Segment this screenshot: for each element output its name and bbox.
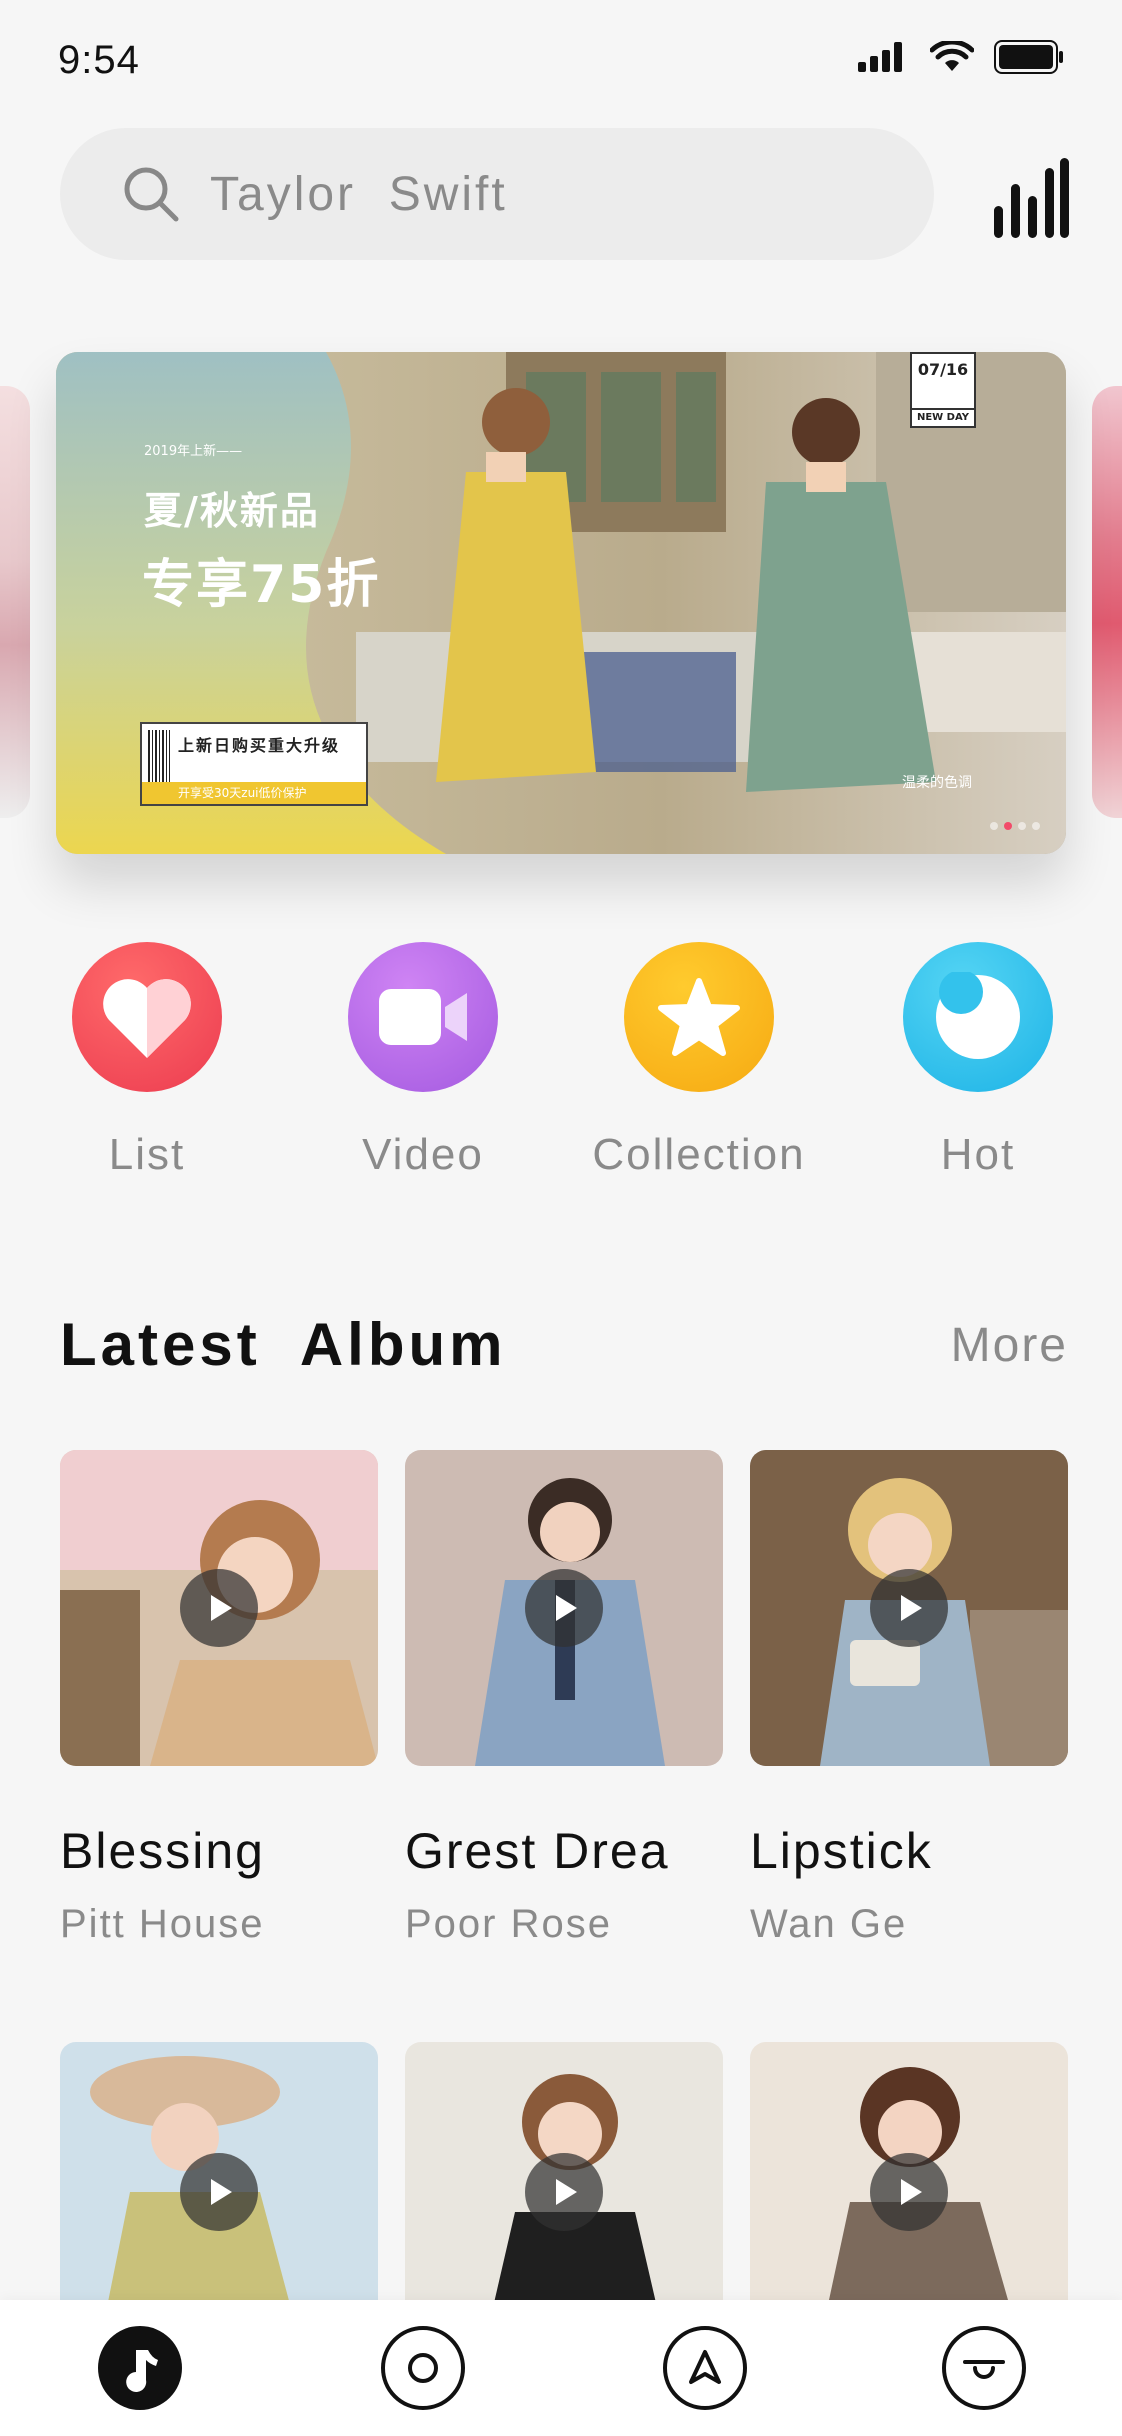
navigation-arrow-icon [689,2350,721,2384]
album-title: Grest Drea [405,1823,670,1879]
play-icon [211,1595,232,1621]
album-card-blessing[interactable]: Blessing Pitt House [60,1450,378,1947]
play-button[interactable] [870,1569,948,1647]
tab-profile[interactable] [942,2326,1026,2410]
carousel-indicator[interactable] [990,822,1040,830]
category-label: Video [362,1130,484,1179]
play-button[interactable] [870,2153,948,2231]
banner-headline-1: 夏/秋新品 [144,489,320,533]
banner-subtitle: 2019年上新—— [144,444,243,459]
album-card-lipstick[interactable]: Lipstick Wan Ge [750,1450,1068,1947]
play-icon [211,2179,232,2205]
carousel-dot[interactable] [1018,822,1026,830]
category-label: List [108,1130,186,1179]
star-icon [624,942,774,1092]
coupon-strip-text: 开享受30天zui低价保护 [142,782,366,804]
album-title: Blessing [60,1823,265,1879]
album-cover[interactable] [750,1450,1068,1766]
heart-icon [72,942,222,1092]
play-icon [556,1595,577,1621]
more-link[interactable]: More [951,1318,1068,1373]
tab-circle[interactable] [381,2326,465,2410]
carousel-dot[interactable] [1032,822,1040,830]
status-icons [858,40,1064,74]
wifi-icon [930,41,974,71]
banner-date-tag: 07/16 NEW DAY [910,352,976,428]
tab-bar [0,2300,1122,2436]
play-button[interactable] [180,1569,258,1647]
video-camera-icon [348,942,498,1092]
album-cover[interactable] [405,2042,723,2342]
category-label: Hot [940,1130,1016,1179]
play-icon [901,1595,922,1621]
play-button[interactable] [180,2153,258,2231]
tab-music[interactable] [98,2326,182,2410]
album-artist: Pitt House [60,1902,265,1946]
album-cover[interactable] [60,1450,378,1766]
battery-icon [994,40,1063,74]
search-icon [124,167,179,222]
promo-banner[interactable]: 2019年上新—— 夏/秋新品 专享75折 上新日购买重大升级 开享受30天zu… [56,352,1066,854]
play-button[interactable] [525,2153,603,2231]
carousel-next-card[interactable] [1092,386,1122,818]
category-hot[interactable]: Hot [868,942,1088,1180]
banner-caption: 温柔的色调 [902,775,972,791]
album-card[interactable] [750,2042,1068,2342]
barcode-icon [148,730,170,782]
music-note-icon [126,2350,158,2392]
equalizer-icon[interactable] [990,158,1070,238]
banner-date-label: NEW DAY [912,408,974,426]
banner-headline-2: 专享75折 [142,555,381,615]
album-cover[interactable] [60,2042,378,2342]
section-title: Latest Album [60,1311,507,1378]
banner-coupon: 上新日购买重大升级 开享受30天zui低价保护 [140,722,368,806]
status-bar: 9:54 [0,0,1122,110]
status-time: 9:54 [58,38,140,82]
album-artist: Poor Rose [405,1902,612,1946]
album-card[interactable] [405,2042,723,2342]
carousel-prev-card[interactable] [0,386,30,818]
tab-navigation[interactable] [663,2326,747,2410]
cellular-signal-icon [858,42,902,72]
category-video[interactable]: Video [313,942,533,1180]
search-input[interactable] [210,166,860,222]
album-cover[interactable] [750,2042,1068,2342]
album-card[interactable] [60,2042,378,2342]
play-button[interactable] [525,1569,603,1647]
moon-icon [903,942,1053,1092]
album-card-grest-drea[interactable]: Grest Drea Poor Rose [405,1450,723,1947]
smile-icon [963,2360,1005,2379]
album-artist: Wan Ge [750,1902,908,1946]
album-cover[interactable] [405,1450,723,1766]
carousel-dot-active[interactable] [1004,822,1012,830]
category-list[interactable]: List [37,942,257,1180]
play-icon [556,2179,577,2205]
category-label: Collection [592,1130,806,1179]
circle-icon [408,2353,438,2383]
play-icon [901,2179,922,2205]
search-bar[interactable] [60,128,934,260]
category-collection[interactable]: Collection [589,942,809,1180]
banner-date: 07/16 [917,360,969,379]
coupon-text: 上新日购买重大升级 [178,736,341,755]
carousel-dot[interactable] [990,822,998,830]
album-title: Lipstick [750,1823,933,1879]
